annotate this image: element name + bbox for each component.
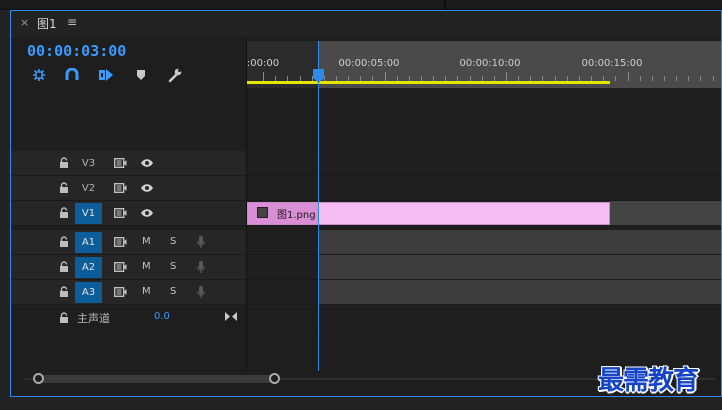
voiceover-mic-icon[interactable] <box>196 235 206 249</box>
solo-button[interactable]: S <box>170 236 176 247</box>
lane-region <box>319 255 721 279</box>
ruler-tick <box>384 72 386 81</box>
track-target-v3[interactable]: V3 <box>75 153 102 174</box>
ruler-tick <box>639 76 641 81</box>
track-lock-icon[interactable] <box>59 286 69 298</box>
track-lock-icon[interactable] <box>59 182 69 194</box>
solo-button[interactable]: S <box>170 261 176 272</box>
track-lock-icon[interactable] <box>59 312 69 324</box>
lane-region <box>319 280 721 304</box>
track-header-v3: V3 <box>11 151 246 176</box>
track-header-a1: A1 M S <box>11 230 246 255</box>
track-lock-icon[interactable] <box>59 236 69 248</box>
clip-name: 图1.png <box>277 210 316 221</box>
track-target-a2[interactable]: A2 <box>75 257 102 278</box>
sync-lock-icon[interactable] <box>114 287 127 297</box>
track-target-v1[interactable]: V1 <box>75 203 102 224</box>
linked-selection-icon[interactable] <box>97 67 115 83</box>
toggle-visibility-eye-icon[interactable] <box>140 208 154 218</box>
track-lock-icon[interactable] <box>59 157 69 169</box>
ruler-tick <box>676 76 678 81</box>
solo-button[interactable]: S <box>170 286 176 297</box>
snap-nest-icon[interactable] <box>30 67 48 83</box>
tab-close-icon[interactable]: × <box>20 16 29 29</box>
ruler-label: :00:00 <box>246 58 280 69</box>
scroll-zoom-handle-left[interactable] <box>33 373 44 384</box>
lane-empty-region <box>610 201 721 225</box>
sync-lock-icon[interactable] <box>114 158 127 168</box>
ruler-tick <box>263 72 264 81</box>
track-header-a2: A2 M S <box>11 255 246 280</box>
master-track-header: 主声道 0.0 <box>11 305 246 331</box>
track-header-a3: A3 M S <box>11 280 246 305</box>
sync-lock-icon[interactable] <box>114 183 127 193</box>
image-clip-icon <box>257 207 268 218</box>
wrench-settings-icon[interactable] <box>166 67 184 83</box>
track-target-a1[interactable]: A1 <box>75 232 102 253</box>
track-target-a3[interactable]: A3 <box>75 282 102 303</box>
ruler-label: 00:00:05:00 <box>338 58 400 69</box>
magnet-snap-icon[interactable] <box>63 67 81 83</box>
mute-button[interactable]: M <box>142 286 151 297</box>
track-header-v1: V1 <box>11 201 246 226</box>
ruler-tick <box>688 76 690 81</box>
master-track-label: 主声道 <box>77 312 110 325</box>
ruler-tick <box>615 76 617 81</box>
voiceover-mic-icon[interactable] <box>196 260 206 274</box>
ruler-tick <box>663 76 665 81</box>
track-target-v2[interactable]: V2 <box>75 178 102 199</box>
playhead-timecode[interactable]: 00:00:03:00 <box>27 42 126 60</box>
panel-tab-bar: × 图1 ≡ <box>11 11 721 37</box>
playhead-line[interactable] <box>318 41 319 371</box>
scrollbar-thumb[interactable] <box>39 375 275 383</box>
top-panel-strip <box>0 0 722 10</box>
ruler-tick <box>506 72 507 81</box>
track-lock-icon[interactable] <box>59 207 69 219</box>
scroll-zoom-handle-right[interactable] <box>269 373 280 384</box>
track-header-v2: V2 <box>11 176 246 201</box>
sync-lock-icon[interactable] <box>114 208 127 218</box>
work-area-bar[interactable] <box>247 81 610 84</box>
sync-lock-icon[interactable] <box>114 262 127 272</box>
timeline-panel: × 图1 ≡ 00:00:03:00 :00:00 00:00:05:00 00… <box>10 10 722 397</box>
add-marker-icon[interactable] <box>132 67 150 83</box>
voiceover-mic-icon[interactable] <box>196 285 206 299</box>
playhead-handle-icon[interactable] <box>313 69 324 83</box>
sync-lock-icon[interactable] <box>114 237 127 247</box>
toggle-visibility-eye-icon[interactable] <box>140 158 154 168</box>
video-clip[interactable]: 图1.png <box>247 202 610 225</box>
mute-button[interactable]: M <box>142 261 151 272</box>
toggle-visibility-eye-icon[interactable] <box>140 183 154 193</box>
track-lock-icon[interactable] <box>59 261 69 273</box>
ruler-tick <box>651 76 653 81</box>
ruler-label: 00:00:15:00 <box>581 58 643 69</box>
lane-region <box>319 230 721 254</box>
panel-menu-icon[interactable]: ≡ <box>67 15 77 29</box>
ruler-tick <box>627 72 629 81</box>
sequence-tab-title[interactable]: 图1 <box>37 15 57 32</box>
master-volume-value[interactable]: 0.0 <box>154 311 170 322</box>
panel-separator <box>444 0 446 10</box>
collapse-expand-icon[interactable] <box>225 312 237 321</box>
bottom-strip <box>0 398 722 410</box>
ruler-tick <box>712 76 714 81</box>
ruler-tick <box>700 76 702 81</box>
mute-button[interactable]: M <box>142 236 151 247</box>
watermark-logo: 最需教育 <box>598 366 699 396</box>
ruler-label: 00:00:10:00 <box>459 58 521 69</box>
